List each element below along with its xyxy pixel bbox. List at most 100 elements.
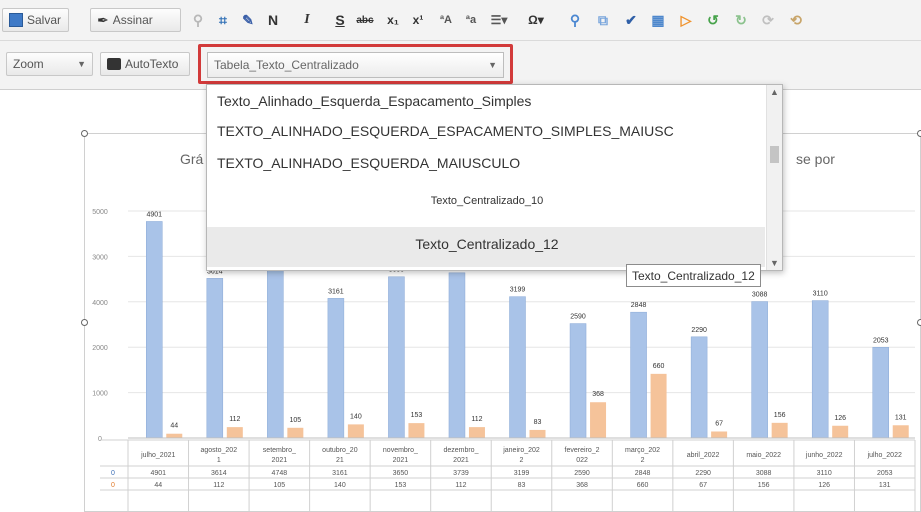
x-tick-label: outubro_20 [322, 447, 358, 454]
style-option[interactable]: Texto_Centralizado_10 [207, 195, 767, 207]
bar-series1 [388, 276, 405, 439]
bar-series2 [408, 423, 425, 438]
x-tick-label: 022 [576, 457, 588, 464]
x-tick-label: 2 [520, 457, 524, 464]
table-cell: 112 [213, 482, 224, 489]
table-cell: 131 [879, 482, 891, 489]
bar-series2 [711, 431, 728, 438]
bar-series2 [650, 373, 667, 438]
x-tick-label: março_202 [625, 447, 660, 454]
x-tick-label: 2021 [453, 457, 469, 464]
bar-series1 [811, 300, 829, 439]
data-label: 2848 [631, 302, 647, 309]
table-cell: 156 [758, 482, 770, 489]
x-tick-label: novembro_ [383, 447, 418, 454]
table-cell: 126 [818, 482, 830, 489]
table-cell: 112 [455, 482, 466, 489]
x-tick-label: 2021 [272, 457, 288, 464]
x-tick-label: 1 [217, 457, 221, 464]
data-label: 2590 [570, 314, 586, 321]
data-label: 44 [170, 423, 178, 430]
table-cell: 3739 [453, 470, 469, 477]
bar-series1 [448, 272, 466, 439]
x-tick-label: agosto_202 [201, 447, 238, 454]
bar-series1 [509, 296, 526, 439]
bar-series2 [529, 429, 546, 438]
bar-series2 [590, 402, 607, 438]
bar-series1 [146, 221, 163, 439]
data-label: 83 [534, 419, 542, 426]
x-tick-label: janeiro_202 [502, 447, 540, 454]
table-cell: 3650 [393, 470, 409, 477]
style-option[interactable]: Texto_Centralizado_12 [207, 236, 767, 252]
dropdown-scrollbar[interactable]: ▲ ▼ [766, 85, 782, 270]
data-label: 112 [229, 416, 240, 423]
bar-series2 [832, 425, 849, 438]
data-label: 660 [653, 363, 665, 370]
bar-series1 [690, 336, 708, 439]
bar-series1 [569, 323, 587, 439]
data-label: 3110 [813, 291, 828, 298]
x-tick-label: junho_2022 [805, 452, 843, 459]
bar-series1 [327, 298, 345, 439]
data-label: 2053 [873, 337, 889, 344]
table-cell: 140 [334, 482, 346, 489]
x-tick-label: abril_2022 [687, 452, 720, 459]
x-tick-label: 2021 [393, 457, 409, 464]
table-cell: 105 [274, 482, 286, 489]
data-label: 2290 [691, 327, 707, 334]
chevron-up-icon[interactable]: ▲ [770, 87, 779, 97]
data-label: 105 [290, 417, 302, 424]
chevron-down-icon[interactable]: ▼ [770, 258, 779, 268]
y-tick-label: 4000 [92, 300, 108, 307]
y-tick-label: 2000 [92, 345, 108, 352]
data-label: 3088 [752, 292, 768, 299]
table-cell: 3088 [756, 470, 772, 477]
x-tick-label: dezembro_ [443, 447, 478, 454]
bar-series1 [630, 311, 647, 439]
table-cell: 660 [637, 482, 649, 489]
bar-series2 [287, 427, 304, 438]
style-option[interactable]: TEXTO_ALINHADO_ESQUERDA_ESPACAMENTO_SIMP… [217, 123, 777, 139]
table-cell: 3110 [817, 470, 832, 477]
bar-series1 [206, 278, 224, 439]
data-label: 4901 [146, 211, 162, 218]
data-label: 153 [411, 412, 423, 419]
table-cell: 44 [154, 482, 162, 489]
table-cell: 2590 [574, 470, 590, 477]
scrollbar-thumb[interactable] [770, 146, 779, 163]
style-dropdown-list[interactable]: Texto_Alinhado_Esquerda_Espacamento_Simp… [206, 84, 783, 271]
data-label: 67 [715, 420, 723, 427]
table-row-marker: 0 [111, 470, 115, 477]
style-option[interactable]: Texto_Alinhado_Esquerda_Espacamento_Simp… [217, 93, 777, 109]
data-label: 112 [471, 416, 482, 423]
data-label: 126 [834, 415, 846, 422]
bar-series2 [468, 427, 485, 438]
data-label: 156 [774, 412, 786, 419]
table-cell: 3161 [332, 470, 348, 477]
bar-series2 [226, 427, 243, 438]
bar-series2 [166, 433, 183, 438]
table-cell: 368 [576, 482, 588, 489]
table-cell: 83 [518, 482, 526, 489]
data-label: 368 [592, 391, 604, 398]
table-cell: 2290 [695, 470, 711, 477]
bar-series1 [872, 347, 889, 439]
bar-series2 [771, 422, 788, 438]
x-tick-label: 2 [641, 457, 645, 464]
y-tick-label: 5000 [92, 209, 108, 216]
data-label: 131 [895, 414, 907, 421]
table-cell: 153 [395, 482, 407, 489]
data-label: 3161 [328, 288, 344, 295]
data-label: 140 [350, 413, 362, 420]
bar-series2 [892, 425, 909, 438]
style-option[interactable]: TEXTO_ALINHADO_ESQUERDA_MAIUSCULO [217, 155, 777, 171]
x-tick-label: fevereiro_2 [565, 447, 600, 454]
x-tick-label: julho_2021 [140, 452, 175, 459]
bar-series2 [347, 424, 364, 438]
data-label: 3199 [510, 287, 526, 294]
x-tick-label: julho_2022 [867, 452, 902, 459]
table-cell: 67 [699, 482, 707, 489]
tooltip: Texto_Centralizado_12 [626, 264, 761, 287]
table-cell: 3614 [211, 470, 227, 477]
